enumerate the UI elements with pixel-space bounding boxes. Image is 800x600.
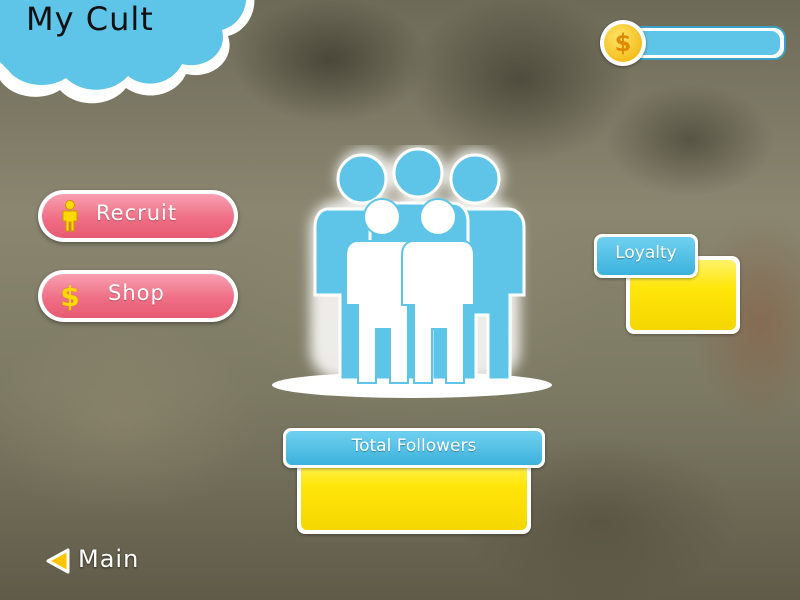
shop-dollar-symbol: $: [60, 279, 80, 313]
shop-label: Shop: [108, 281, 165, 305]
loyalty-label-tab: Loyalty: [594, 234, 698, 278]
total-followers-label: Total Followers: [351, 436, 477, 456]
loyalty-label: Loyalty: [615, 243, 677, 263]
dollar-coin-icon: $: [600, 20, 646, 66]
page-title: My Cult: [26, 0, 154, 38]
currency-track: [622, 26, 786, 60]
currency-display: $: [600, 20, 788, 66]
main-back-button[interactable]: Main: [42, 542, 152, 578]
dollar-icon: $: [58, 279, 82, 313]
shop-button[interactable]: $ Shop: [38, 270, 238, 322]
coin-symbol: $: [604, 24, 642, 62]
total-followers-label-tab: Total Followers: [283, 428, 545, 468]
recruit-label: Recruit: [96, 201, 178, 225]
currency-value: [628, 31, 780, 55]
main-back-label: Main: [78, 545, 140, 573]
cult-followers-illustration: [272, 145, 552, 398]
person-icon: [58, 200, 82, 232]
back-arrow-icon: [46, 548, 70, 574]
recruit-button[interactable]: Recruit: [38, 190, 238, 242]
title-cloud: My Cult: [0, 0, 260, 115]
